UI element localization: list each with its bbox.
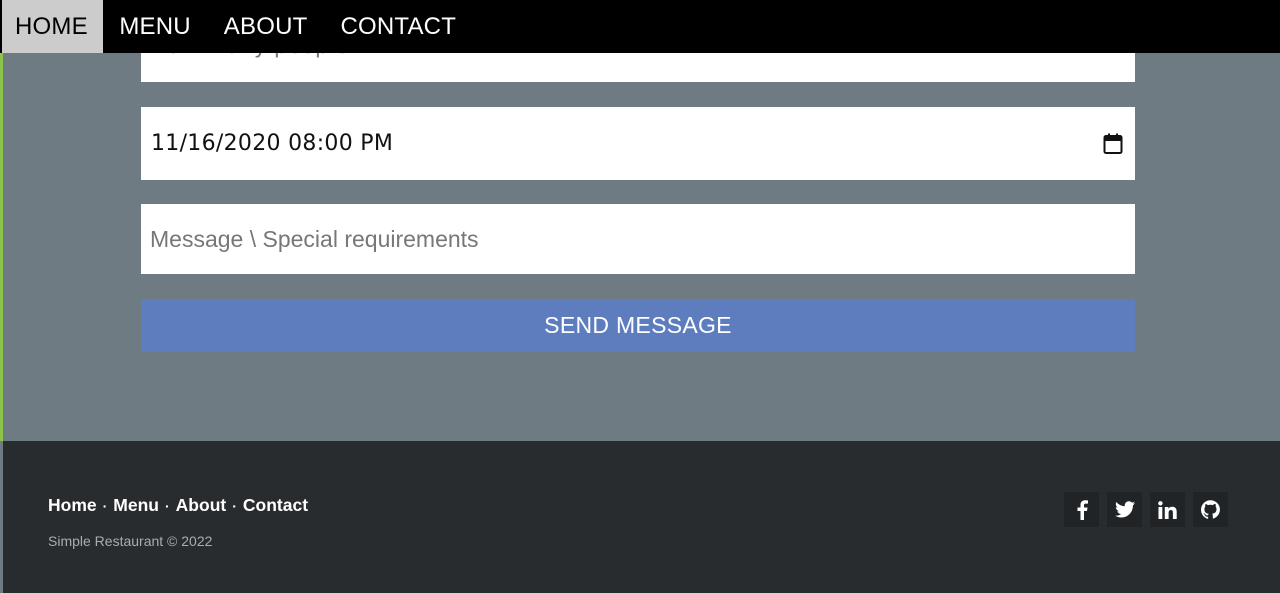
github-icon bbox=[1201, 500, 1220, 519]
twitter-icon bbox=[1114, 501, 1135, 518]
linkedin-icon bbox=[1158, 500, 1177, 519]
footer-link-contact[interactable]: Contact bbox=[243, 495, 308, 516]
footer-link-menu[interactable]: Menu bbox=[113, 495, 159, 516]
send-message-button[interactable]: SEND MESSAGE bbox=[141, 299, 1135, 352]
left-accent-bar bbox=[0, 0, 3, 441]
nav-item-contact[interactable]: CONTACT bbox=[324, 0, 473, 53]
top-navigation: HOME MENU ABOUT CONTACT bbox=[0, 0, 1280, 53]
footer: Home · Menu · About · Contact Simple Res… bbox=[3, 441, 1280, 593]
message-input[interactable]: Message \ Special requirements bbox=[141, 204, 1135, 274]
message-placeholder: Message \ Special requirements bbox=[150, 225, 479, 252]
calendar-icon[interactable] bbox=[1103, 133, 1123, 155]
github-button[interactable] bbox=[1193, 492, 1228, 527]
footer-separator: · bbox=[102, 497, 108, 514]
nav-item-menu[interactable]: MENU bbox=[103, 0, 207, 53]
footer-separator: · bbox=[165, 497, 170, 514]
linkedin-button[interactable] bbox=[1150, 492, 1185, 527]
datetime-input[interactable]: 11/16/2020 08:00 PM bbox=[141, 107, 1135, 180]
footer-link-home[interactable]: Home bbox=[48, 495, 97, 516]
nav-item-home[interactable]: HOME bbox=[2, 0, 103, 53]
twitter-button[interactable] bbox=[1107, 492, 1142, 527]
nav-item-about[interactable]: ABOUT bbox=[207, 0, 324, 53]
footer-link-about[interactable]: About bbox=[176, 495, 227, 516]
social-links bbox=[1064, 492, 1228, 527]
footer-separator: · bbox=[232, 497, 237, 514]
copyright-text: Simple Restaurant © 2022 bbox=[48, 533, 213, 549]
facebook-icon bbox=[1077, 499, 1088, 520]
datetime-value: 11/16/2020 08:00 PM bbox=[151, 131, 394, 156]
facebook-button[interactable] bbox=[1064, 492, 1099, 527]
footer-links: Home · Menu · About · Contact bbox=[48, 495, 308, 516]
reservation-form-section: How many people 11/16/2020 08:00 PM Mess… bbox=[0, 0, 1280, 441]
